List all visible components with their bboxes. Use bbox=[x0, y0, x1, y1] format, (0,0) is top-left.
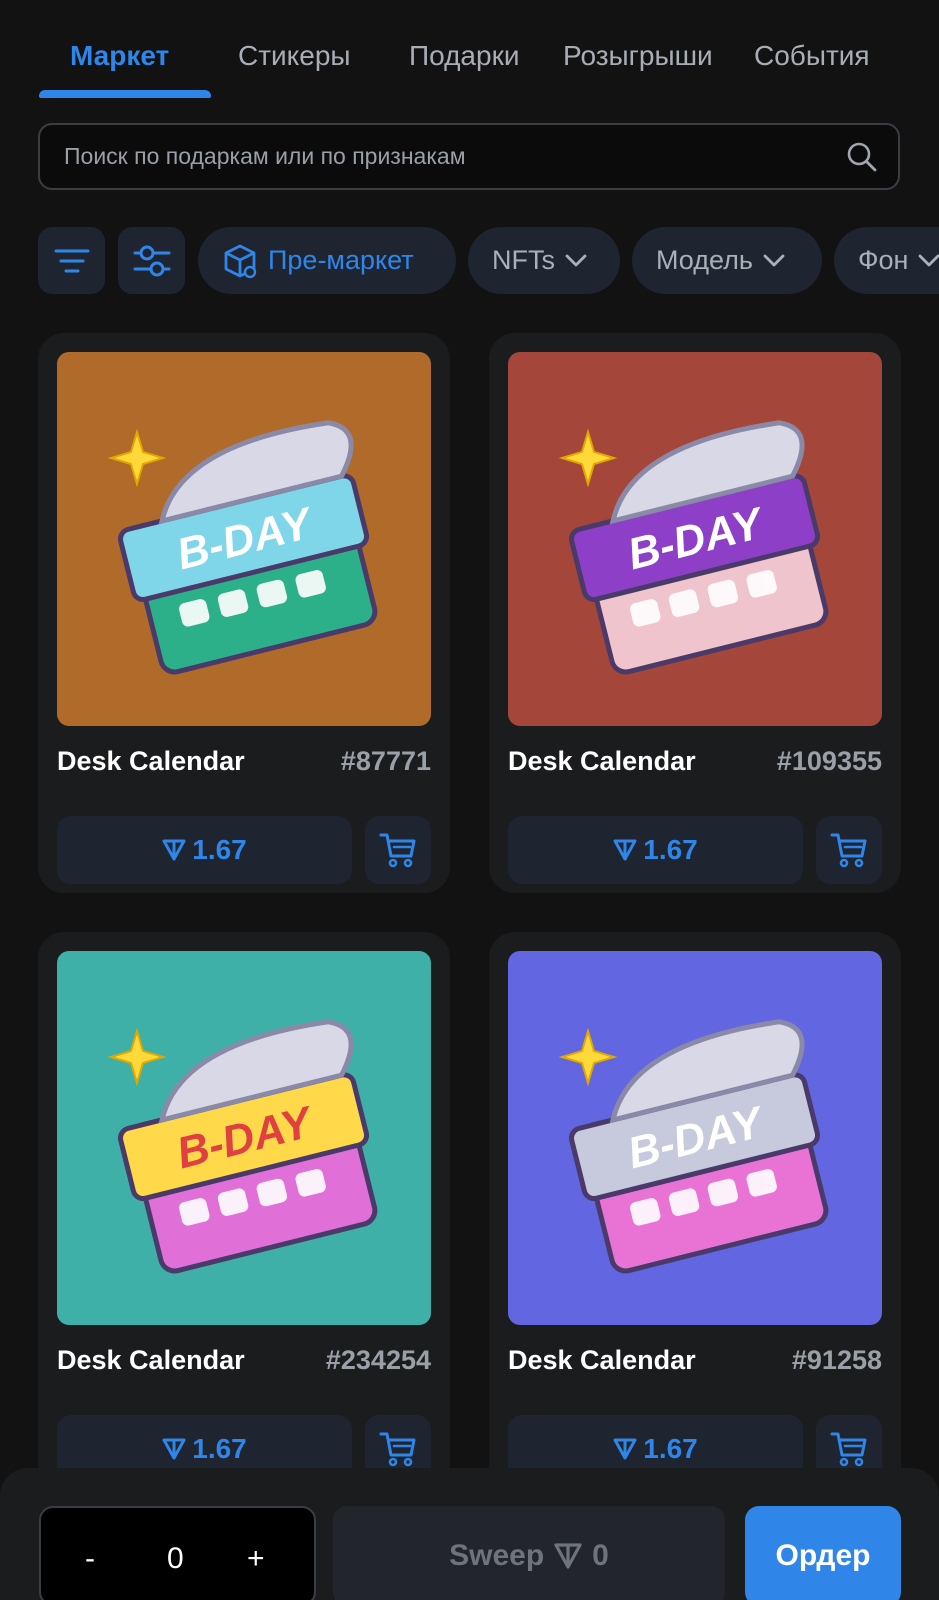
ton-icon bbox=[554, 1543, 582, 1569]
price-value: 1.67 bbox=[643, 1433, 698, 1464]
price-value: 1.67 bbox=[192, 1433, 247, 1464]
ton-icon bbox=[613, 839, 637, 861]
gift-card[interactable]: B-DAY Desk Calendar #87771 1.67 bbox=[38, 333, 450, 893]
chevron-down-icon bbox=[763, 254, 785, 266]
tab-gifts[interactable]: Подарки bbox=[409, 40, 519, 72]
settings-filter-button[interactable] bbox=[118, 227, 185, 294]
model-dropdown[interactable]: Модель bbox=[632, 227, 822, 294]
search-input[interactable] bbox=[64, 125, 824, 188]
search-bar bbox=[38, 123, 900, 190]
gift-number: #234254 bbox=[325, 1345, 431, 1375]
sweep-button[interactable]: Sweep 0 bbox=[333, 1506, 725, 1600]
nfts-dropdown[interactable]: NFTs bbox=[468, 227, 620, 294]
premarket-label: Пре-маркет bbox=[268, 245, 414, 275]
ton-icon bbox=[162, 1438, 186, 1460]
cart-icon bbox=[830, 833, 867, 868]
increment-button[interactable]: + bbox=[247, 1542, 265, 1576]
gift-number: #91258 bbox=[791, 1345, 882, 1375]
price-value: 1.67 bbox=[192, 834, 247, 865]
sliders-icon bbox=[133, 245, 170, 276]
cart-icon bbox=[830, 1432, 867, 1467]
gift-image[interactable]: B-DAY bbox=[508, 951, 882, 1325]
buy-price-button[interactable]: 1.67 bbox=[57, 816, 352, 884]
gift-image[interactable]: B-DAY bbox=[508, 352, 882, 726]
gift-number: #87771 bbox=[340, 746, 431, 776]
bottom-action-bar: - 0 + Sweep 0 Ордер bbox=[0, 1468, 939, 1600]
background-dropdown[interactable]: Фон bbox=[834, 227, 939, 294]
ton-icon bbox=[613, 1438, 637, 1460]
cart-icon bbox=[379, 1432, 416, 1467]
sweep-value: 0 bbox=[592, 1539, 609, 1572]
calendar-illustration: B-DAY bbox=[558, 420, 829, 675]
chevron-down-icon bbox=[565, 254, 587, 266]
chevron-down-icon bbox=[919, 254, 939, 266]
active-tab-indicator bbox=[39, 90, 211, 98]
gift-card[interactable]: B-DAY Desk Calendar #91258 1.67 bbox=[489, 932, 901, 1492]
sort-lines-icon bbox=[54, 249, 89, 272]
add-to-cart-button[interactable] bbox=[365, 816, 431, 884]
ton-icon bbox=[162, 839, 186, 861]
sort-button[interactable] bbox=[38, 227, 105, 294]
order-button[interactable]: Ордер bbox=[745, 1506, 901, 1600]
gift-number: #109355 bbox=[776, 746, 882, 776]
premarket-pill[interactable]: Пре-маркет bbox=[198, 227, 456, 294]
tab-bar: Маркет Стикеры Подарки Розыгрыши События bbox=[0, 0, 939, 100]
gift-name: Desk Calendar bbox=[508, 746, 696, 776]
package-icon bbox=[224, 244, 257, 278]
gift-name: Desk Calendar bbox=[57, 746, 245, 776]
nfts-label: NFTs bbox=[492, 245, 555, 275]
calendar-illustration: B-DAY bbox=[107, 1019, 378, 1274]
gift-image[interactable]: B-DAY bbox=[57, 352, 431, 726]
search-icon[interactable] bbox=[846, 141, 878, 173]
tab-giveaways[interactable]: Розыгрыши bbox=[563, 40, 713, 72]
gift-card[interactable]: B-DAY Desk Calendar #109355 1.67 bbox=[489, 333, 901, 893]
decrement-button[interactable]: - bbox=[85, 1542, 95, 1576]
filter-row: Пре-маркет NFTs Модель Фон bbox=[0, 227, 939, 295]
gift-name: Desk Calendar bbox=[57, 1345, 245, 1375]
tab-market[interactable]: Маркет bbox=[70, 40, 169, 72]
tab-stickers[interactable]: Стикеры bbox=[238, 40, 351, 72]
buy-price-button[interactable]: 1.67 bbox=[508, 816, 803, 884]
gift-image[interactable]: B-DAY bbox=[57, 951, 431, 1325]
model-label: Модель bbox=[656, 245, 753, 275]
calendar-illustration: B-DAY bbox=[107, 420, 378, 675]
quantity-value: 0 bbox=[167, 1542, 184, 1575]
price-value: 1.67 bbox=[643, 834, 698, 865]
sweep-label: Sweep bbox=[449, 1539, 545, 1572]
calendar-illustration: B-DAY bbox=[558, 1019, 829, 1274]
gift-card[interactable]: B-DAY Desk Calendar #234254 1.67 bbox=[38, 932, 450, 1492]
cart-icon bbox=[379, 833, 416, 868]
gift-name: Desk Calendar bbox=[508, 1345, 696, 1375]
quantity-stepper: - 0 + bbox=[39, 1506, 316, 1600]
add-to-cart-button[interactable] bbox=[816, 816, 882, 884]
tab-events[interactable]: События bbox=[754, 40, 870, 72]
background-label: Фон bbox=[858, 245, 909, 275]
